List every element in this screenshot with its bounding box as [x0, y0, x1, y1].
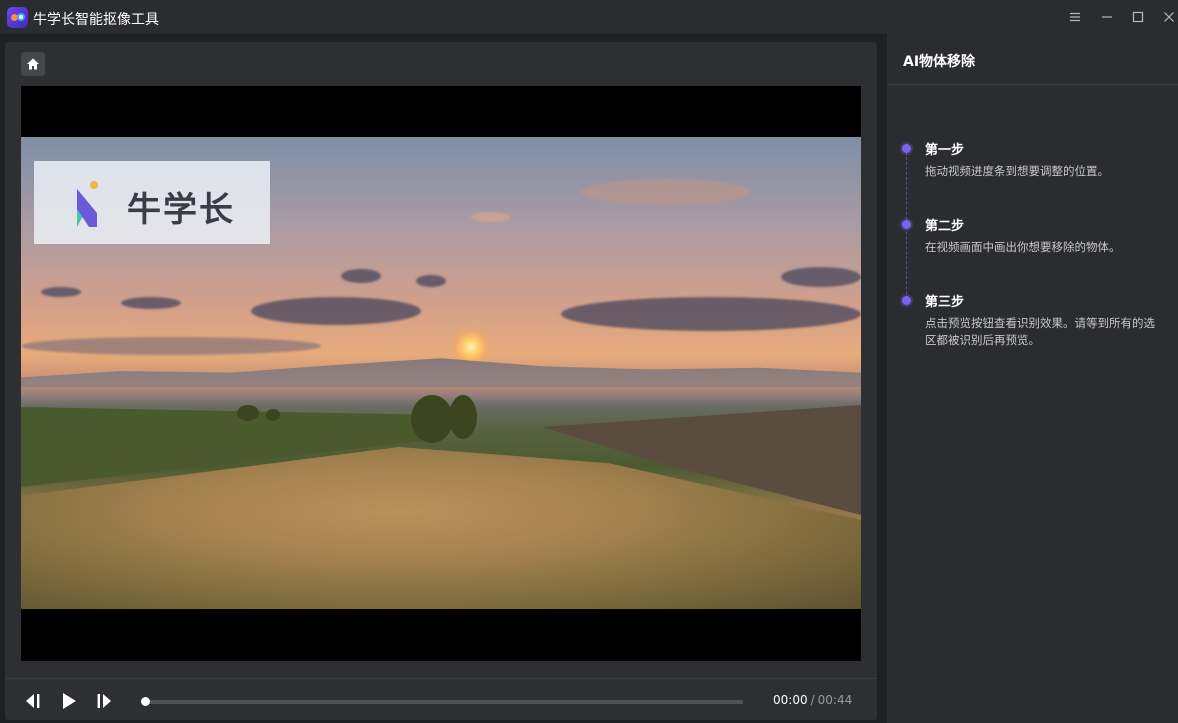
step-title: 第二步 — [925, 219, 965, 234]
maximize-icon[interactable] — [1127, 6, 1149, 28]
step-description: 在视频画面中画出你想要移除的物体。 — [925, 240, 1121, 254]
play-icon — [63, 693, 76, 709]
previous-frame-button[interactable] — [23, 691, 43, 711]
play-button[interactable] — [59, 691, 79, 711]
step-dot-icon — [902, 144, 911, 153]
title-bar: 牛学长智能抠像工具 — [0, 0, 1178, 34]
close-icon[interactable] — [1158, 6, 1178, 28]
panel-title: AI物体移除 — [903, 54, 976, 70]
window-title: 牛学长智能抠像工具 — [33, 12, 159, 28]
time-display: 00:00/00:44 — [773, 693, 852, 707]
step-forward-icon — [97, 694, 111, 708]
step-dot-icon — [902, 296, 911, 305]
progress-handle[interactable] — [141, 697, 150, 706]
step-description: 拖动视频进度条到想要调整的位置。 — [925, 164, 1109, 178]
step-dot-icon — [902, 220, 911, 229]
video-canvas[interactable]: 牛学长 — [21, 86, 861, 661]
step-title: 第三步 — [925, 295, 965, 310]
menu-icon[interactable] — [1064, 6, 1086, 28]
total-time: 00:44 — [817, 693, 853, 707]
step-description: 点击预览按钮查看识别效果。请等到所有的选区都被识别后再预览。 — [925, 316, 1155, 347]
step-back-icon — [26, 694, 40, 708]
step-title: 第一步 — [925, 143, 965, 158]
home-button[interactable] — [21, 52, 45, 76]
minimize-icon[interactable] — [1096, 6, 1118, 28]
playback-controls: 00:00/00:44 — [5, 678, 877, 720]
home-icon — [27, 58, 39, 70]
progress-bar[interactable] — [141, 697, 743, 706]
watermark: 牛学长 — [34, 161, 270, 244]
instructions-panel: AI物体移除 第一步 拖动视频进度条到想要调整的位置。 第二步 在视频画面中画出… — [887, 34, 1178, 723]
brand-logo-icon — [77, 181, 98, 227]
video-frame[interactable]: 牛学长 — [21, 137, 861, 609]
app-logo-icon — [7, 7, 28, 28]
divider — [887, 84, 1178, 85]
video-panel: 牛学长 00:00/00:44 — [5, 42, 877, 720]
current-time: 00:00 — [773, 693, 808, 707]
next-frame-button[interactable] — [94, 691, 114, 711]
time-separator: / — [810, 693, 815, 707]
watermark-text: 牛学长 — [127, 190, 235, 230]
